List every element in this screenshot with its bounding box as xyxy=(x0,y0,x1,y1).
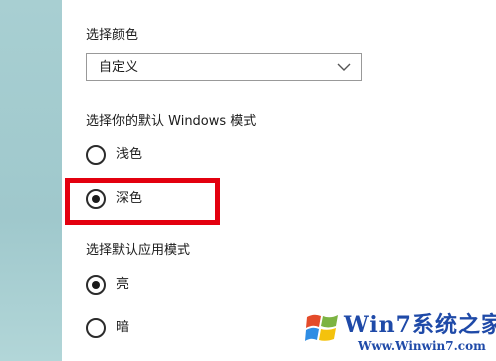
highlight-box xyxy=(65,178,220,225)
color-dropdown[interactable]: 自定义 xyxy=(86,53,362,81)
radio-light-windows-label[interactable]: 浅色 xyxy=(116,147,142,163)
windows-mode-label: 选择你的默认 Windows 模式 xyxy=(86,114,257,129)
watermark-brand: Win7系统之家 xyxy=(344,312,496,338)
radio-selected-dot xyxy=(92,281,100,289)
radio-dark-app[interactable] xyxy=(86,318,106,338)
radio-light-windows[interactable] xyxy=(86,145,106,165)
color-dropdown-value: 自定义 xyxy=(99,60,139,75)
chevron-down-icon xyxy=(337,63,351,71)
radio-light-app-label[interactable]: 亮 xyxy=(116,277,129,293)
windows-flag-icon xyxy=(305,314,338,341)
color-section-label: 选择颜色 xyxy=(86,28,139,43)
watermark-url: Www.Winwin7.com xyxy=(358,339,486,353)
app-mode-label: 选择默认应用模式 xyxy=(86,243,191,258)
watermark-logo: Win7系统之家 Www.Winwin7.com xyxy=(298,303,496,359)
side-strip xyxy=(0,0,62,361)
radio-dark-app-label[interactable]: 暗 xyxy=(116,320,129,336)
radio-light-app[interactable] xyxy=(86,275,106,295)
